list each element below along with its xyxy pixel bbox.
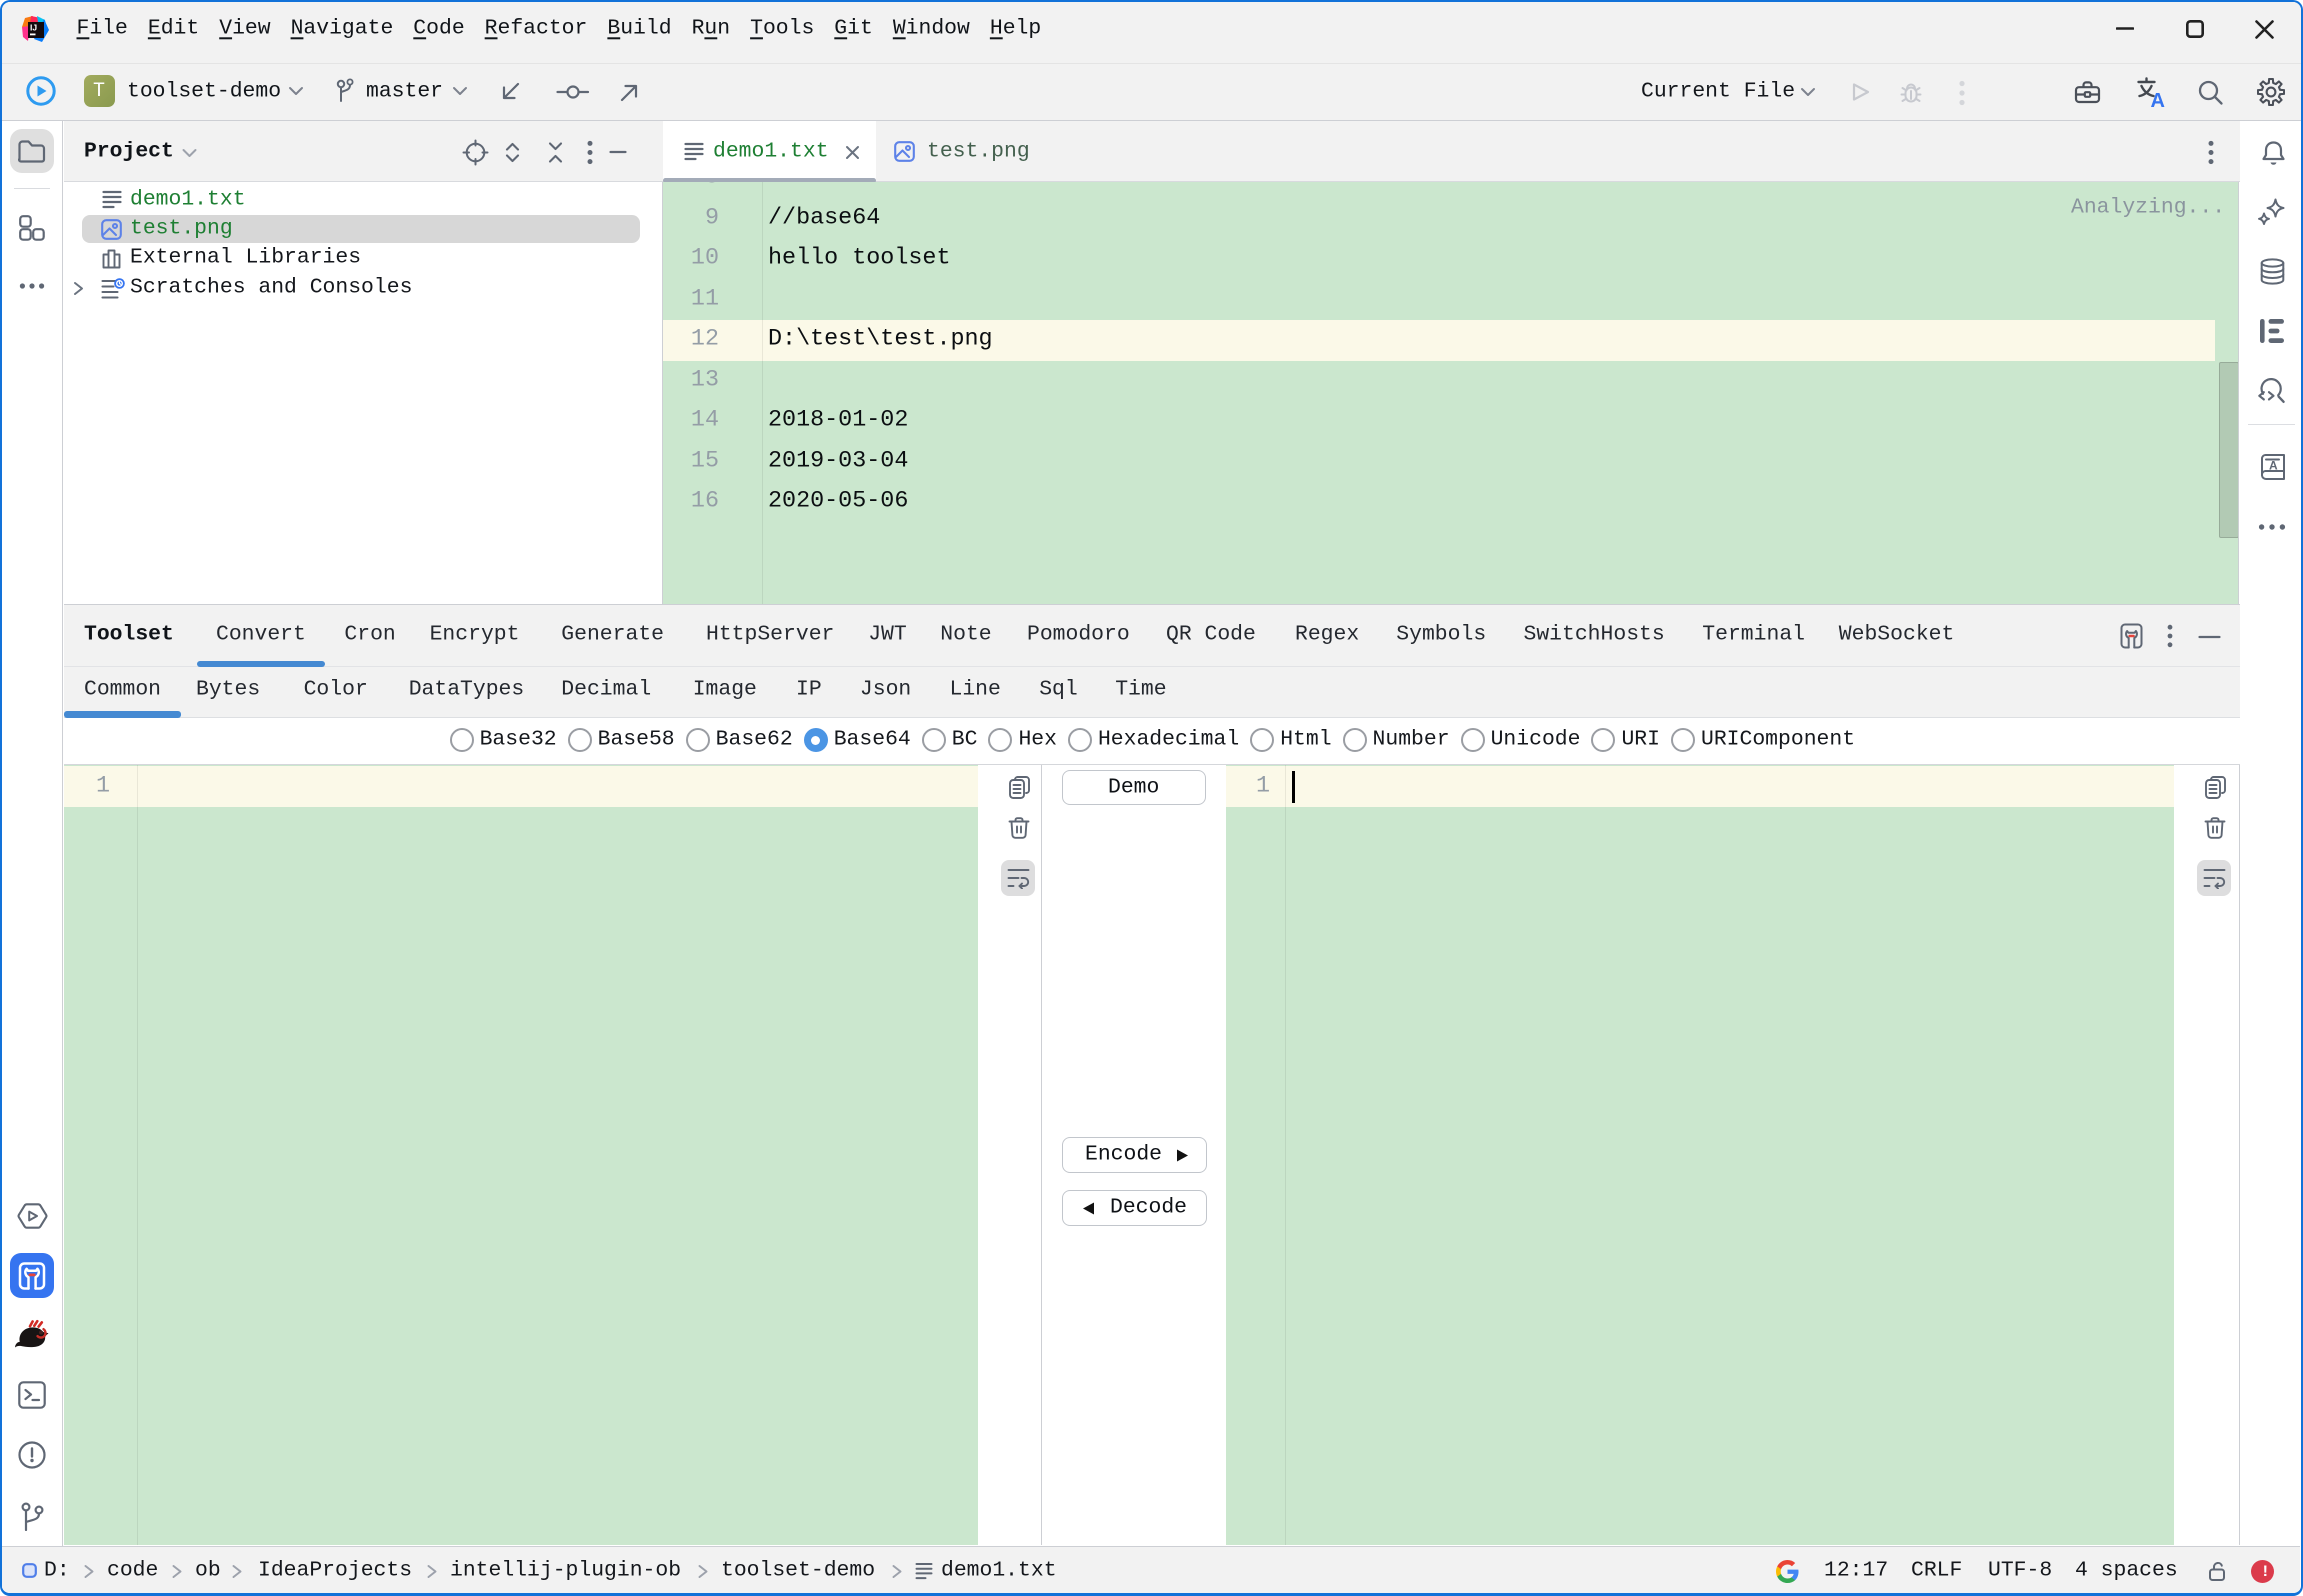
- svg-text:IJ: IJ: [30, 23, 37, 33]
- svg-text:A: A: [2269, 459, 2278, 473]
- svg-text:A: A: [2151, 90, 2165, 108]
